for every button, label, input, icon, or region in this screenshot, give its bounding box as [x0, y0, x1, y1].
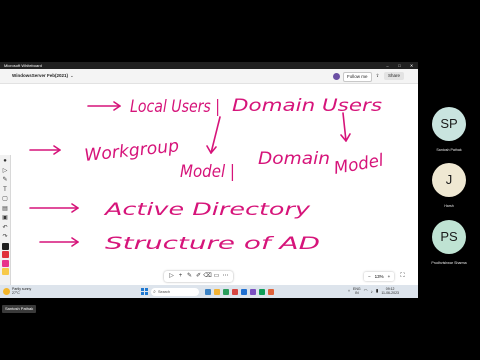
clock[interactable]: 09:12 11-06-2023: [381, 287, 399, 296]
pen-color-swatch[interactable]: [1, 268, 9, 275]
language-indicator[interactable]: ENG IN: [353, 287, 361, 296]
ink-structure-of-ad: Structure of AD: [105, 234, 320, 254]
taskbar-app-icon[interactable]: [232, 288, 238, 295]
battery-icon[interactable]: [376, 288, 378, 294]
board-name: WindowsServer Feb(2021): [12, 73, 68, 78]
participant-name: Santosh Pathak: [436, 148, 462, 152]
chevron-up-icon[interactable]: [348, 289, 350, 293]
highlighter-icon[interactable]: [194, 271, 203, 282]
board-name-menu[interactable]: WindowsServer Feb(2021): [12, 69, 74, 83]
search-placeholder: Search: [158, 289, 171, 294]
system-tray: ENG IN 09:12 11-06-2023: [348, 287, 399, 296]
presenter-label: Santosh Pathak: [2, 305, 37, 313]
weather-widget[interactable]: Partly sunny 27°C: [3, 287, 31, 295]
weather-icon: [3, 287, 10, 295]
clock-date: 11-06-2023: [381, 291, 399, 295]
ink-local-users: Local Users |: [130, 97, 220, 117]
chevron-down-icon: [70, 73, 74, 78]
app-toolbar: WindowsServer Feb(2021) Follow me Share: [0, 69, 418, 84]
pen-icon[interactable]: [1, 176, 9, 184]
participant-tile[interactable]: J Harsh: [430, 163, 468, 208]
avatar[interactable]: [333, 72, 340, 80]
pen-color-swatch[interactable]: [1, 259, 9, 267]
avatar: J: [432, 163, 466, 197]
text-icon[interactable]: [1, 186, 9, 194]
add-icon[interactable]: [176, 271, 185, 282]
taskbar-app-icon[interactable]: [241, 288, 247, 295]
participant-tile[interactable]: PS Prudhvishwar Sharma: [430, 220, 468, 265]
avatar: SP: [432, 107, 466, 141]
ink-active-directory: Active Directory: [104, 200, 312, 220]
zoom-in-icon[interactable]: [386, 272, 393, 281]
participant-tile[interactable]: SP Santosh Pathak: [430, 107, 468, 152]
note-icon[interactable]: [1, 205, 9, 213]
ink-domain-users: Domain Users: [232, 96, 382, 116]
dot-icon[interactable]: [1, 157, 9, 165]
taskbar: Partly sunny 27°C Search ENG IN: [0, 285, 418, 298]
ink-workgroup-model: Model |: [180, 162, 235, 182]
arrow-right: [29, 145, 61, 155]
eraser-icon[interactable]: [203, 271, 212, 282]
pen-color-swatch[interactable]: [1, 242, 9, 250]
ink-domain-model: Model: [332, 150, 385, 178]
volume-icon[interactable]: [371, 289, 373, 294]
window-title: Microsoft Whiteboard: [4, 63, 42, 68]
arrow-right: [87, 101, 121, 111]
window-controls: [385, 62, 414, 69]
region-code: IN: [355, 291, 359, 295]
shared-screen: Microsoft Whiteboard WindowsServer Feb(2…: [0, 62, 418, 298]
select-icon[interactable]: [167, 271, 176, 282]
participants-panel: SP Santosh Pathak J Harsh PS Prudhvishwa…: [418, 62, 480, 298]
follow-me-button[interactable]: Follow me: [343, 72, 372, 82]
taskbar-search[interactable]: Search: [151, 287, 199, 296]
ink-layer: Local Users | Domain Users Workgroup Mod…: [29, 96, 385, 254]
weather-temp: 27°C: [12, 291, 20, 296]
zoom-control: 13%: [364, 272, 395, 281]
title-bar: Microsoft Whiteboard: [0, 62, 418, 69]
ink-domain: Domain: [258, 149, 330, 169]
wifi-icon[interactable]: [364, 288, 368, 294]
windows-start-icon[interactable]: [141, 288, 148, 295]
image-icon[interactable]: [1, 214, 9, 222]
taskbar-app-icon[interactable]: [223, 288, 229, 295]
more-icon[interactable]: [221, 271, 230, 282]
taskbar-app-icon[interactable]: [205, 288, 211, 295]
taskbar-apps: [205, 288, 274, 295]
zoom-level: 13%: [374, 274, 384, 279]
fit-screen-icon[interactable]: [398, 272, 407, 281]
participant-name: Harsh: [444, 204, 454, 208]
shape-icon[interactable]: [1, 195, 9, 203]
share-button[interactable]: Share: [384, 72, 405, 80]
canvas-toolbar: [164, 271, 233, 282]
minimize-icon[interactable]: [385, 62, 390, 69]
avatar: PS: [432, 220, 466, 254]
arrow-down: [340, 112, 351, 142]
arrow-right: [39, 237, 79, 247]
taskbar-app-icon[interactable]: [250, 288, 256, 295]
ink-workgroup: Workgroup: [83, 136, 180, 166]
share-out-icon[interactable]: [374, 72, 381, 80]
undo-icon[interactable]: [1, 224, 9, 232]
left-toolbar: [0, 155, 11, 285]
arrow-down: [206, 116, 221, 154]
taskbar-app-icon[interactable]: [268, 288, 274, 295]
zoom-out-icon[interactable]: [366, 272, 373, 281]
taskbar-app-icon[interactable]: [259, 288, 265, 295]
whiteboard-canvas[interactable]: Local Users | Domain Users Workgroup Mod…: [0, 84, 418, 285]
taskbar-app-icon[interactable]: [214, 288, 220, 295]
pen-color-swatch[interactable]: [1, 251, 9, 258]
participant-name: Prudhvishwar Sharma: [431, 261, 467, 265]
maximize-icon[interactable]: [397, 62, 402, 69]
select-icon[interactable]: [1, 167, 9, 175]
close-icon[interactable]: [409, 62, 414, 69]
pen-icon[interactable]: [185, 271, 194, 282]
redo-icon[interactable]: [1, 233, 9, 241]
arrow-right: [29, 203, 79, 213]
ruler-icon[interactable]: [212, 271, 221, 282]
search-icon: [151, 288, 158, 296]
